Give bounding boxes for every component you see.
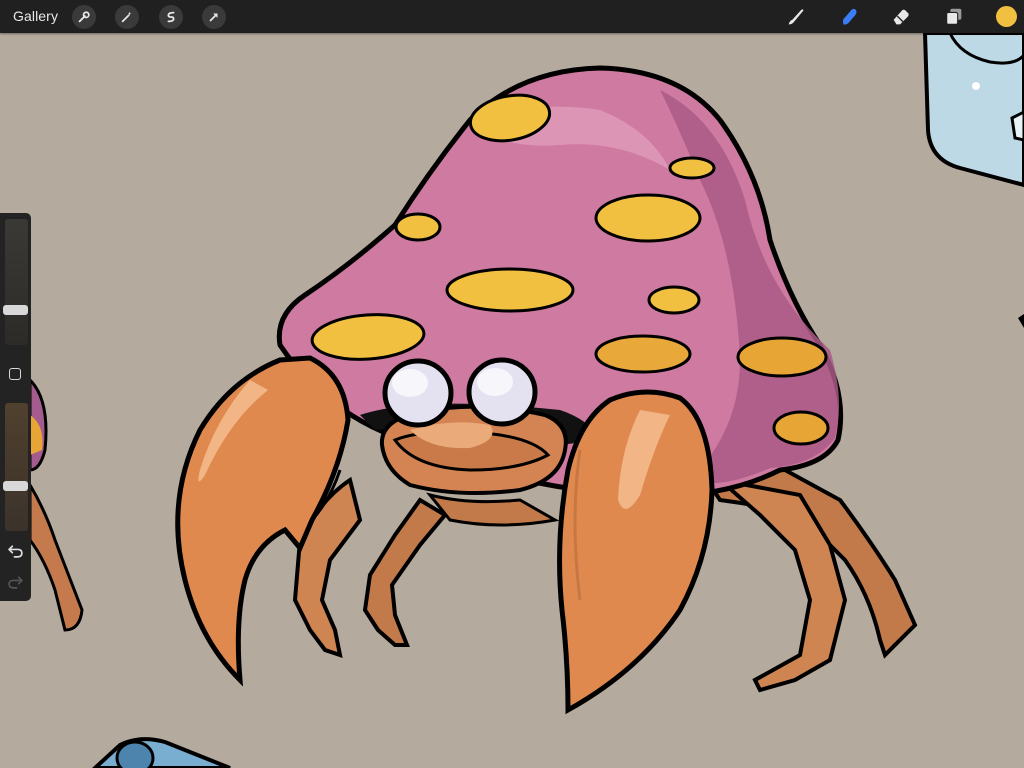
modify-button[interactable]: [9, 368, 21, 380]
color-picker-button[interactable]: [996, 6, 1017, 27]
smudge-tool-button[interactable]: [837, 5, 861, 29]
drawing-canvas[interactable]: [0, 0, 1024, 768]
redo-icon[interactable]: [7, 573, 24, 590]
brush-size-slider[interactable]: [5, 219, 28, 345]
crab-creature-artwork: [175, 65, 918, 715]
left-sidebar: [0, 213, 31, 601]
undo-icon[interactable]: [7, 542, 24, 559]
transform-button[interactable]: [202, 5, 226, 29]
eraser-icon: [893, 9, 909, 25]
blue-cup-artwork: [92, 737, 231, 768]
selection-icon: [167, 11, 175, 23]
opacity-slider[interactable]: [5, 403, 28, 531]
transform-arrow-icon: [209, 13, 218, 22]
artwork: [28, 31, 1024, 768]
top-toolbar: Gallery: [0, 0, 1024, 33]
ice-block-artwork: [922, 31, 1024, 328]
left-creature-artwork: [28, 376, 84, 632]
eraser-tool-button[interactable]: [889, 5, 913, 29]
layers-icon: [946, 8, 962, 25]
brush-icon: [788, 9, 804, 25]
wrench-icon: [78, 11, 90, 23]
smudge-icon: [842, 8, 857, 25]
selection-button[interactable]: [159, 5, 183, 29]
opacity-slider-thumb[interactable]: [3, 481, 28, 492]
adjustments-button[interactable]: [115, 5, 139, 29]
gallery-link[interactable]: Gallery: [13, 8, 58, 24]
brush-size-slider-thumb[interactable]: [3, 304, 28, 315]
magic-wand-icon: [121, 11, 132, 23]
actions-button[interactable]: [72, 5, 96, 29]
layers-button[interactable]: [942, 5, 966, 29]
brush-tool-button[interactable]: [784, 5, 808, 29]
